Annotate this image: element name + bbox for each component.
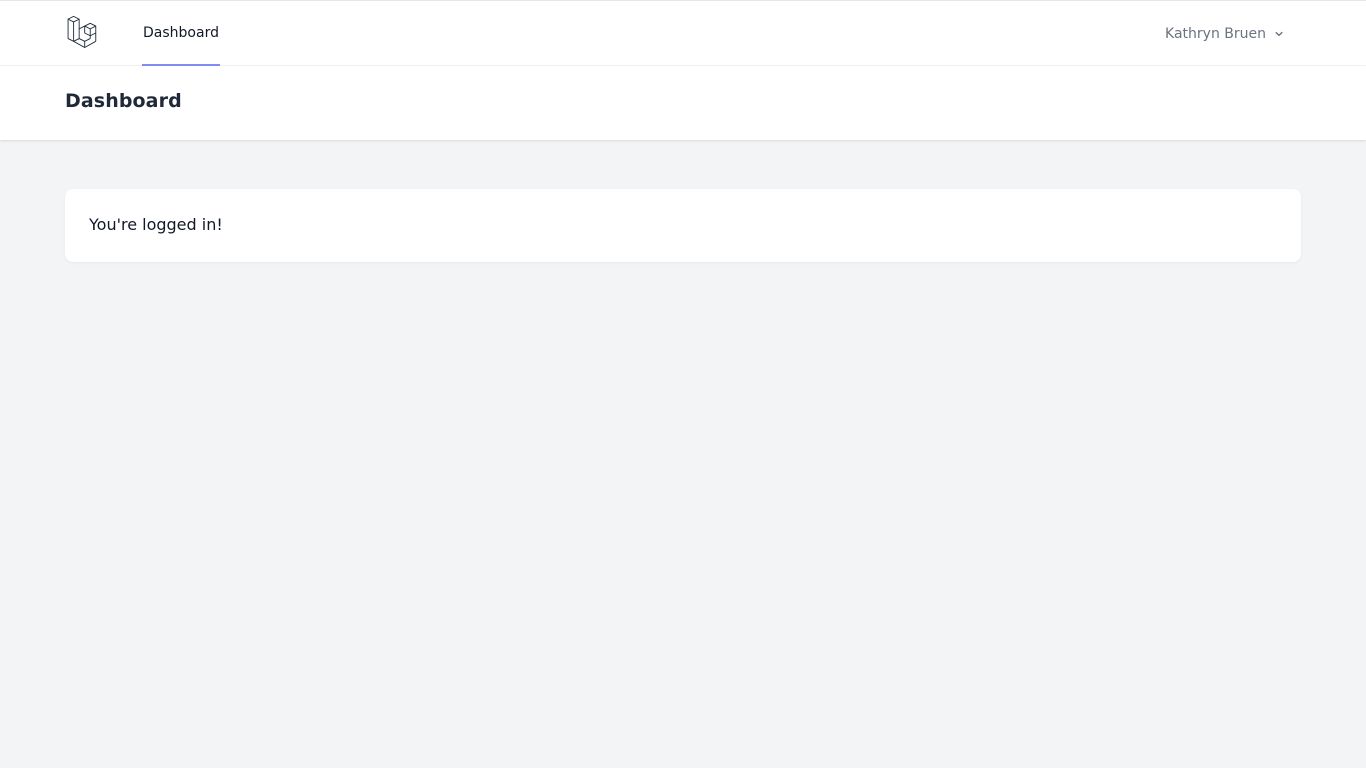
top-navigation: Dashboard Kathryn Bruen: [0, 0, 1366, 66]
page-title: Dashboard: [65, 90, 182, 112]
nav-link-dashboard[interactable]: Dashboard: [142, 1, 220, 66]
user-name: Kathryn Bruen: [1165, 25, 1266, 42]
logged-in-message: You're logged in!: [89, 215, 223, 234]
page-header: Dashboard: [0, 66, 1366, 140]
user-dropdown-trigger[interactable]: Kathryn Bruen: [1165, 1, 1286, 66]
status-card: You're logged in!: [65, 189, 1301, 262]
laravel-logo-icon[interactable]: [66, 15, 102, 51]
chevron-down-icon: [1272, 27, 1286, 41]
